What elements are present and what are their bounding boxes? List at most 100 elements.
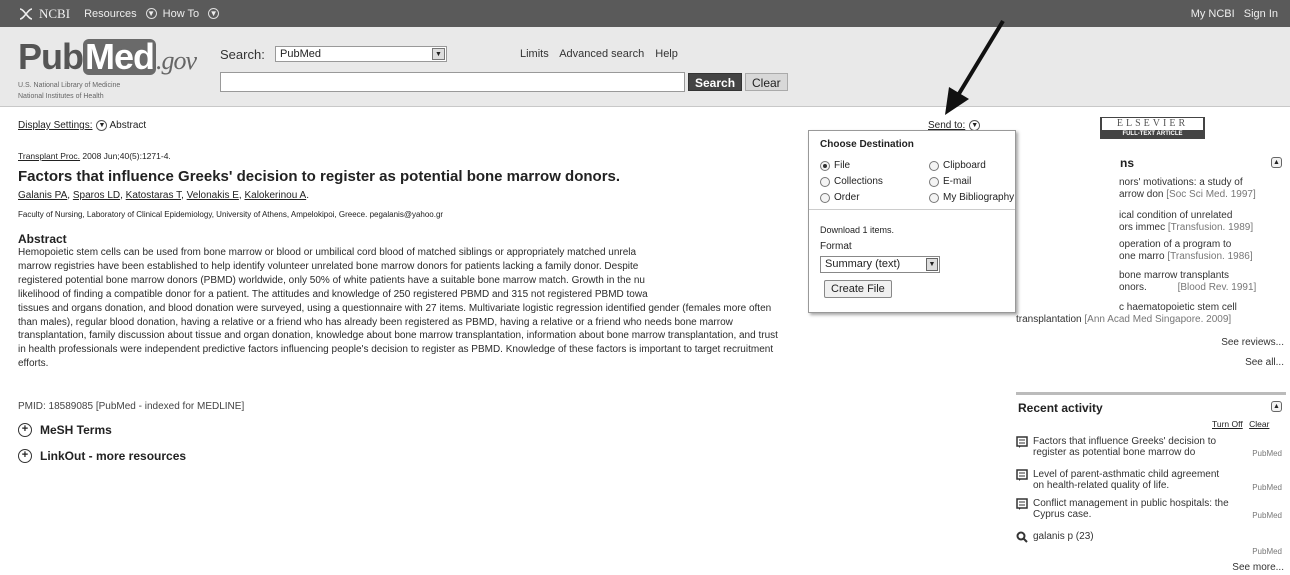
pmid: PMID: 18589085 [PubMed - indexed for MED… xyxy=(18,401,245,412)
journal-link[interactable]: Transplant Proc. xyxy=(18,151,80,161)
review-source: [Ann Acad Med Singapore. 2009] xyxy=(1084,314,1232,325)
recent-item-db: PubMed xyxy=(1252,449,1282,458)
dest-bibliography-label: My Bibliography xyxy=(943,192,1015,203)
see-reviews-link[interactable]: See reviews... xyxy=(1221,337,1284,348)
database-select-value: PubMed xyxy=(280,48,321,60)
recent-item[interactable]: Conflict management in public hospitals:… xyxy=(1016,498,1286,520)
author-link[interactable]: Kalokerinou A xyxy=(244,190,306,201)
document-icon xyxy=(1016,436,1028,448)
review-item[interactable]: bone marrow transplants onors. [Blood Re… xyxy=(1016,270,1286,294)
review-item[interactable]: ical condition of unrelated ors immec [T… xyxy=(1016,210,1286,234)
popup-divider xyxy=(809,209,1015,210)
dest-clipboard-label: Clipboard xyxy=(943,160,986,171)
radio-icon[interactable] xyxy=(820,176,830,187)
radio-icon[interactable] xyxy=(929,176,939,187)
review-item[interactable]: c haematopoietic stem cell transplantati… xyxy=(1016,302,1286,326)
review-title: ical condition of unrelated xyxy=(1119,210,1233,221)
radio-icon[interactable] xyxy=(929,192,939,203)
pubmed-header: PubMed .gov U.S. National Library of Medi… xyxy=(0,27,1290,107)
abstract-heading: Abstract xyxy=(18,232,67,246)
my-ncbi-link[interactable]: My NCBI xyxy=(1191,8,1235,20)
citation-detail: 2008 Jun;40(5):1271-4. xyxy=(80,151,171,161)
plus-circle-icon[interactable]: + xyxy=(18,449,32,463)
clear-activity-link[interactable]: Clear xyxy=(1249,419,1269,429)
collapse-icon[interactable]: ▲ xyxy=(1271,401,1282,412)
recent-item[interactable]: Factors that influence Greeks' decision … xyxy=(1016,436,1286,458)
review-item[interactable]: operation of a program to one marro [Tra… xyxy=(1016,239,1286,263)
pubmed-logo[interactable]: PubMed.gov U.S. National Library of Medi… xyxy=(18,39,197,101)
review-title: c haematopoietic stem cell xyxy=(1119,302,1237,313)
search-input[interactable] xyxy=(220,72,685,92)
logo-gov: .gov xyxy=(156,46,197,75)
menu-resources[interactable]: Resources xyxy=(84,8,137,20)
chevron-down-icon[interactable]: ▼ xyxy=(432,48,445,60)
citation: Transplant Proc. 2008 Jun;40(5):1271-4. xyxy=(18,151,171,161)
author-link[interactable]: Galanis PA xyxy=(18,190,67,201)
format-label: Format xyxy=(820,241,852,252)
database-select[interactable]: PubMed ▼ xyxy=(275,46,447,62)
elsevier-full-text-link[interactable]: ELSEVIER FULL-TEXT ARTICLE xyxy=(1100,117,1205,139)
ncbi-helix-icon xyxy=(19,7,33,20)
review-item[interactable]: nors' motivations: a study of arrow don … xyxy=(1016,177,1286,201)
dest-collections-radio[interactable]: Collections xyxy=(820,176,883,187)
search-button[interactable]: Search xyxy=(688,73,743,91)
chevron-down-icon[interactable]: ▼ xyxy=(145,8,157,19)
choose-destination-heading: Choose Destination xyxy=(820,139,914,150)
radio-icon[interactable] xyxy=(929,160,939,171)
recent-activity-heading: Recent activity xyxy=(1018,401,1103,415)
radio-icon[interactable] xyxy=(820,160,830,171)
display-settings-value: Abstract xyxy=(109,120,147,132)
menu-how-to[interactable]: How To xyxy=(163,8,199,20)
review-source: [Transfusion. 1986] xyxy=(1167,251,1253,262)
ncbi-logo[interactable]: NCBI xyxy=(18,6,70,22)
abstract-line: efforts. xyxy=(18,358,49,370)
recent-item-db: PubMed xyxy=(1252,483,1282,492)
download-count: Download 1 items. xyxy=(820,225,895,235)
recent-item[interactable]: Level of parent-asthmatic child agreemen… xyxy=(1016,469,1286,492)
author-link[interactable]: Velonakis E xyxy=(187,190,239,201)
sign-in-link[interactable]: Sign In xyxy=(1244,8,1278,20)
affiliation: Faculty of Nursing, Laboratory of Clinic… xyxy=(18,210,444,219)
dest-file-label: File xyxy=(834,160,851,171)
author-link[interactable]: Sparos LD xyxy=(73,190,120,201)
author-list: Galanis PA, Sparos LD, Katostaras T, Vel… xyxy=(18,190,309,201)
document-icon xyxy=(1016,498,1028,510)
dest-file-radio[interactable]: File xyxy=(820,160,850,171)
logo-subtitle-1: U.S. National Library of Medicine xyxy=(18,82,121,89)
display-settings[interactable]: Display Settings: ▼ Abstract xyxy=(18,120,146,131)
linkout-toggle[interactable]: + LinkOut - more resources xyxy=(18,449,186,463)
review-title-2: transplantation xyxy=(1016,314,1082,325)
recent-item-title-2: on health-related quality of life. xyxy=(1033,480,1170,491)
dest-bibliography-radio[interactable]: My Bibliography xyxy=(929,192,1014,203)
review-title: nors' motivations: a study of xyxy=(1119,177,1243,188)
see-more-link[interactable]: See more... xyxy=(1232,562,1284,573)
limits-link[interactable]: Limits xyxy=(520,48,549,60)
chevron-down-icon[interactable]: ▼ xyxy=(96,120,108,131)
dest-order-radio[interactable]: Order xyxy=(820,192,860,203)
advanced-search-link[interactable]: Advanced search xyxy=(559,48,644,60)
format-select-value: Summary (text) xyxy=(825,258,901,270)
review-source: [Soc Sci Med. 1997] xyxy=(1166,189,1256,200)
review-title: bone marrow transplants xyxy=(1119,270,1230,281)
help-link[interactable]: Help xyxy=(655,48,678,60)
review-title-2: ors immec xyxy=(1119,222,1166,233)
dest-clipboard-radio[interactable]: Clipboard xyxy=(929,160,986,171)
mesh-terms-toggle[interactable]: + MeSH Terms xyxy=(18,423,112,437)
create-file-button[interactable]: Create File xyxy=(824,280,892,298)
collapse-icon[interactable]: ▲ xyxy=(1271,157,1282,168)
turn-off-link[interactable]: Turn Off xyxy=(1212,419,1243,429)
recent-item[interactable]: galanis p (23) PubMed xyxy=(1016,531,1286,556)
recent-item-title-2: Cyprus case. xyxy=(1033,509,1092,520)
format-select[interactable]: Summary (text) ▼ xyxy=(820,256,940,273)
radio-icon[interactable] xyxy=(820,192,830,203)
mesh-terms-label: MeSH Terms xyxy=(40,423,112,437)
full-text-label: FULL-TEXT ARTICLE xyxy=(1122,131,1183,137)
clear-button[interactable]: Clear xyxy=(745,73,788,91)
see-all-link[interactable]: See all... xyxy=(1245,357,1284,368)
dest-email-radio[interactable]: E-mail xyxy=(929,176,971,187)
chevron-down-icon[interactable]: ▼ xyxy=(208,8,220,19)
chevron-down-icon[interactable]: ▼ xyxy=(926,258,938,271)
author-link[interactable]: Katostaras T xyxy=(126,190,181,201)
plus-circle-icon[interactable]: + xyxy=(18,423,32,437)
display-settings-label[interactable]: Display Settings: xyxy=(18,120,92,131)
